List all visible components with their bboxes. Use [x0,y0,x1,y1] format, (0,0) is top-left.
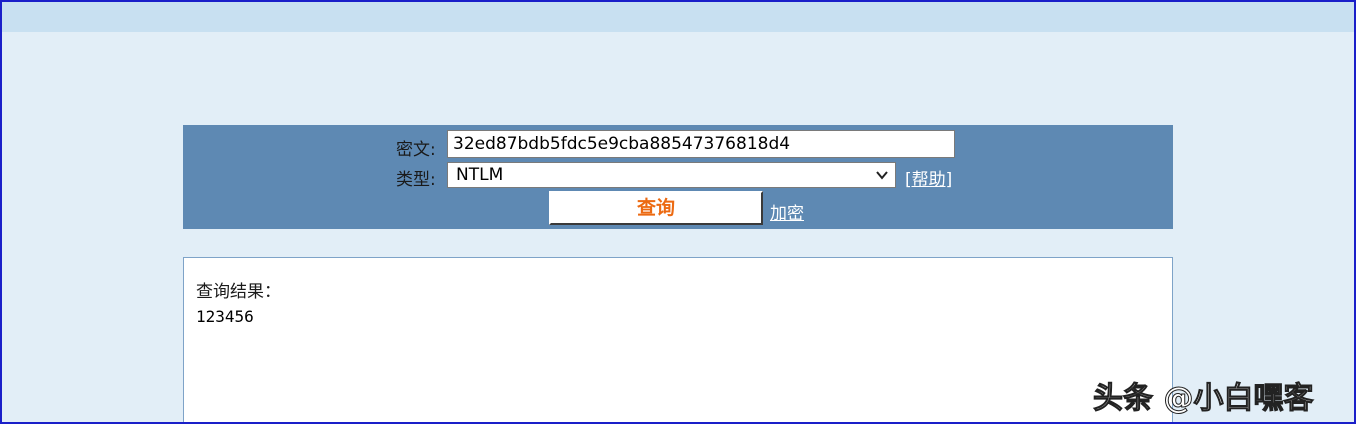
query-panel: 密文: 类型: NTLM [帮助] 查询 加密 [183,125,1173,229]
query-button[interactable]: 查询 [549,191,763,225]
cipher-input[interactable] [447,130,955,158]
encrypt-link[interactable]: 加密 [770,199,804,224]
cipher-label: 密文: [396,140,436,160]
help-link[interactable]: [帮助] [905,165,952,190]
watermark: 头条 @小白嘿客 [1092,381,1314,417]
top-bar [0,0,1356,32]
result-panel: 查询结果： 123456 [183,257,1173,424]
type-select[interactable]: NTLM [447,162,896,188]
result-title: 查询结果： [196,282,281,302]
type-label: 类型: [396,170,436,190]
type-select-value: NTLM [456,165,504,185]
result-value: 123456 [196,307,254,326]
chevron-down-icon [876,171,888,180]
